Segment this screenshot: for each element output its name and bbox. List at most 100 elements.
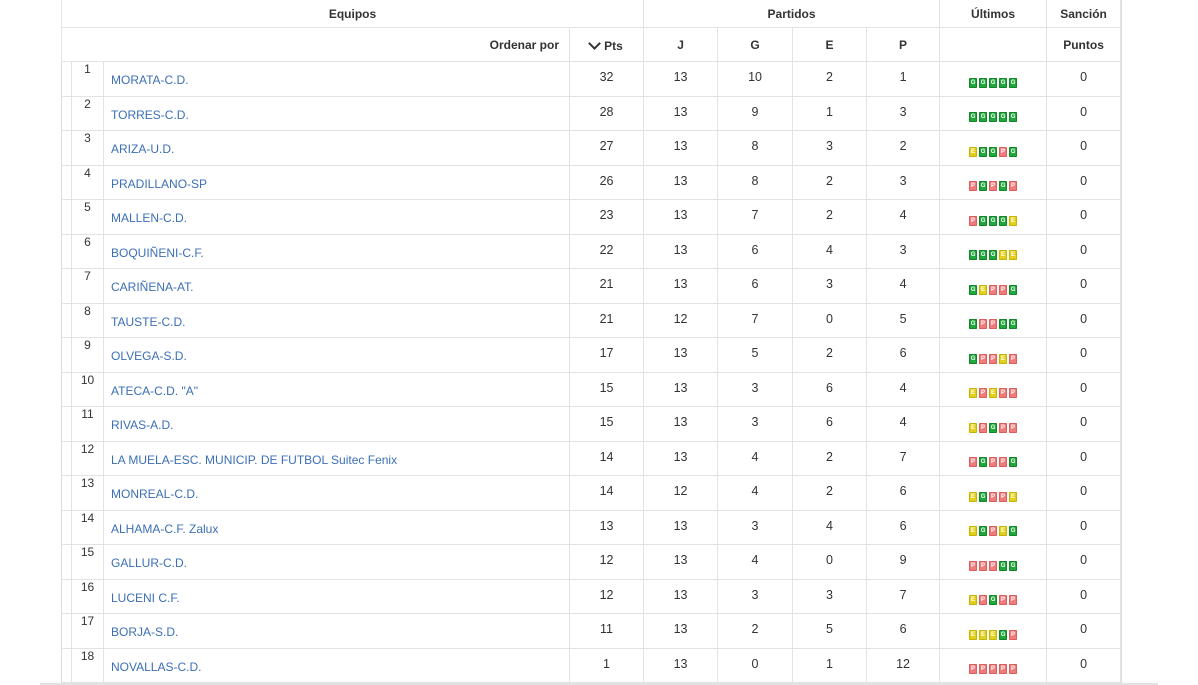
team-link[interactable]: ALHAMA-C.F. Zalux (111, 522, 218, 536)
result-badge: G (989, 250, 998, 261)
table-row: 12 LA MUELA-ESC. MUNICIP. DE FUTBOL Suite… (61, 440, 1122, 476)
pts-cell: 32 (568, 61, 645, 97)
e-cell: 3 (792, 268, 868, 304)
position-cell: 6 (71, 233, 104, 269)
p-cell: 6 (866, 509, 941, 545)
j-cell: 13 (643, 199, 719, 235)
table-row: 8 TAUSTE-C.D. 21 12 7 0 5 G P P G G 0 (61, 302, 1122, 338)
position-cell: 16 (71, 578, 104, 614)
position-cell: 14 (71, 509, 104, 545)
equipos-header: Equipos (60, 0, 645, 28)
pts-cell: 12 (568, 578, 645, 614)
team-cell: GALLUR-C.D. (103, 544, 570, 580)
team-link[interactable]: GALLUR-C.D. (111, 556, 187, 570)
recent-results: GPPGG (969, 319, 1018, 330)
e-cell: 0 (792, 544, 868, 580)
result-badge: G (969, 284, 978, 295)
team-link[interactable]: MONREAL-C.D. (111, 487, 198, 501)
g-header: G (717, 27, 794, 62)
e-cell: 2 (792, 337, 868, 373)
result-badge: P (979, 319, 988, 330)
sancion-cell: 0 (1046, 268, 1122, 304)
team-link[interactable]: BORJA-S.D. (111, 625, 178, 639)
result-badge: P (1009, 664, 1018, 675)
pts-header-label: Pts (604, 38, 623, 53)
team-cell: CARIÑENA-AT. (103, 268, 570, 304)
result-badge: G (969, 77, 978, 88)
result-badge: P (999, 491, 1008, 502)
team-cell: LUCENI C.F. (103, 578, 570, 614)
result-badge: G (1009, 284, 1018, 295)
position-cell: 5 (71, 199, 104, 235)
standings-body: 1 MORATA-C.D. 32 13 10 2 1 G G G G G 0 2 TORRES-C.D. 28… (61, 61, 1122, 683)
result-badge: G (979, 112, 988, 123)
p-cell: 9 (866, 544, 941, 580)
position-cell: 8 (71, 302, 104, 338)
ultimos-cell: EPEPP (939, 371, 1048, 407)
team-link[interactable]: LA MUELA-ESC. MUNICIP. DE FUTBOL Suitec … (111, 453, 397, 467)
position-cell: 1 (71, 61, 104, 97)
team-cell: LA MUELA-ESC. MUNICIP. DE FUTBOL Suitec … (103, 440, 570, 476)
team-link[interactable]: PRADILLANO-SP (111, 177, 207, 191)
sancion-header: Sanción (1046, 0, 1122, 28)
ultimos-cell: EEEGP (939, 613, 1048, 649)
recent-results: GGGGG (969, 112, 1018, 123)
sort-pts-button[interactable]: Pts (568, 27, 645, 62)
j-cell: 13 (643, 95, 719, 131)
recent-results: EPEPP (969, 388, 1018, 399)
result-badge: G (999, 112, 1008, 123)
result-badge: P (1009, 353, 1018, 364)
team-cell: PRADILLANO-SP (103, 164, 570, 200)
result-badge: E (999, 526, 1008, 537)
row-spacer (61, 578, 72, 614)
row-spacer (61, 544, 72, 580)
pts-cell: 27 (568, 130, 645, 166)
pts-cell: 21 (568, 302, 645, 338)
pts-cell: 14 (568, 440, 645, 476)
sancion-cell: 0 (1046, 613, 1122, 649)
team-cell: MALLEN-C.D. (103, 199, 570, 235)
result-badge: G (1009, 77, 1018, 88)
result-badge: E (1009, 250, 1018, 261)
result-badge: G (979, 146, 988, 157)
position-cell: 7 (71, 268, 104, 304)
table-row: 7 CARIÑENA-AT. 21 13 6 3 4 G E P P G 0 (61, 268, 1122, 304)
team-link[interactable]: ARIZA-U.D. (111, 142, 174, 156)
sancion-cell: 0 (1046, 337, 1122, 373)
p-cell: 1 (866, 61, 941, 97)
ultimos-cell: PPPPP (939, 647, 1048, 683)
team-link[interactable]: BOQUIÑENI-C.F. (111, 246, 204, 260)
team-link[interactable]: MALLEN-C.D. (111, 211, 187, 225)
team-link[interactable]: NOVALLAS-C.D. (111, 660, 201, 674)
result-badge: P (989, 181, 998, 192)
sancion-cell: 0 (1046, 509, 1122, 545)
team-link[interactable]: RIVAS-A.D. (111, 418, 173, 432)
team-cell: OLVEGA-S.D. (103, 337, 570, 373)
recent-results: EGPEG (969, 526, 1018, 537)
j-cell: 13 (643, 544, 719, 580)
position-cell: 9 (71, 337, 104, 373)
team-link[interactable]: CARIÑENA-AT. (111, 280, 193, 294)
recent-results: EEEGP (969, 629, 1018, 640)
pts-cell: 17 (568, 337, 645, 373)
chevron-down-icon (588, 36, 602, 50)
row-spacer (61, 268, 72, 304)
team-link[interactable]: ATECA-C.D. "A" (111, 384, 198, 398)
p-cell: 4 (866, 199, 941, 235)
p-cell: 6 (866, 475, 941, 511)
team-link[interactable]: MORATA-C.D. (111, 73, 189, 87)
team-link[interactable]: TORRES-C.D. (111, 108, 189, 122)
team-link[interactable]: LUCENI C.F. (111, 591, 180, 605)
position-cell: 2 (71, 95, 104, 131)
result-badge: P (1009, 181, 1018, 192)
e-cell: 2 (792, 164, 868, 200)
row-spacer (61, 440, 72, 476)
e-cell: 2 (792, 475, 868, 511)
team-link[interactable]: OLVEGA-S.D. (111, 349, 187, 363)
position-cell: 3 (71, 130, 104, 166)
team-link[interactable]: TAUSTE-C.D. (111, 315, 185, 329)
g-cell: 4 (717, 475, 794, 511)
table-row: 5 MALLEN-C.D. 23 13 7 2 4 P G G G E 0 (61, 199, 1122, 235)
sancion-cell: 0 (1046, 406, 1122, 442)
recent-results: PPPPP (969, 664, 1018, 675)
